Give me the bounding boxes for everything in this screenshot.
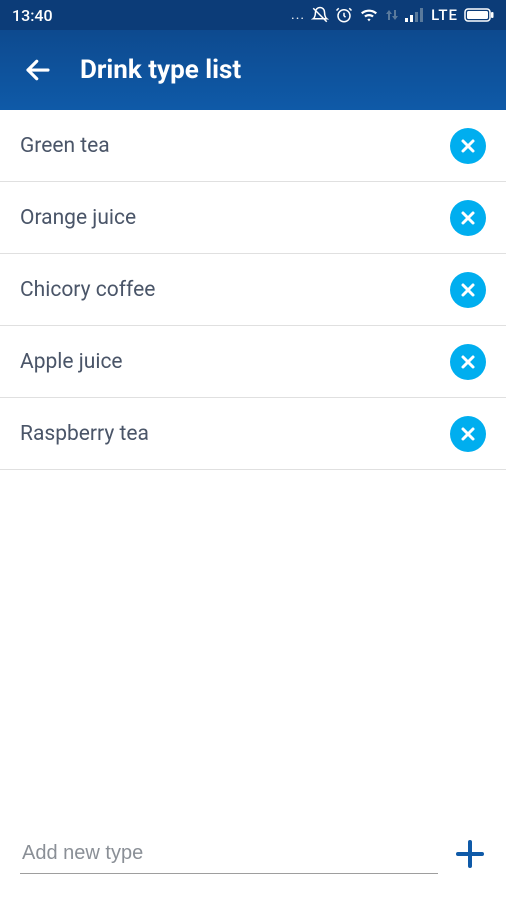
signal-icon: [405, 8, 423, 22]
list-item-label: Orange juice: [20, 206, 450, 230]
list-item-label: Green tea: [20, 134, 450, 158]
list-item-label: Apple juice: [20, 350, 450, 374]
battery-icon: [464, 8, 494, 22]
delete-button[interactable]: [450, 272, 486, 308]
status-icons: ... LTE: [291, 6, 494, 24]
close-icon: [460, 210, 476, 226]
ellipsis-icon: ...: [291, 7, 305, 23]
list-item[interactable]: Chicory coffee: [0, 254, 506, 326]
list-item[interactable]: Orange juice: [0, 182, 506, 254]
add-button[interactable]: [450, 834, 490, 874]
alarm-icon: [335, 6, 353, 24]
list-item-label: Chicory coffee: [20, 278, 450, 302]
close-icon: [460, 138, 476, 154]
status-bar: 13:40 ... LTE: [0, 0, 506, 30]
status-time: 13:40: [12, 6, 53, 25]
close-icon: [460, 354, 476, 370]
add-type-input[interactable]: [20, 834, 438, 874]
wifi-icon: [359, 7, 379, 23]
back-arrow-icon: [23, 55, 53, 85]
app-bar: Drink type list: [0, 30, 506, 110]
page-title: Drink type list: [80, 55, 241, 85]
delete-button[interactable]: [450, 344, 486, 380]
close-icon: [460, 282, 476, 298]
drink-type-list: Green tea Orange juice Chicory coffee Ap…: [0, 110, 506, 470]
list-item[interactable]: Raspberry tea: [0, 398, 506, 470]
network-label: LTE: [431, 6, 458, 24]
notification-mute-icon: [311, 6, 329, 24]
plus-icon: [454, 838, 486, 870]
delete-button[interactable]: [450, 128, 486, 164]
list-item[interactable]: Apple juice: [0, 326, 506, 398]
data-transfer-icon: [385, 7, 399, 23]
back-button[interactable]: [16, 48, 60, 92]
list-item[interactable]: Green tea: [0, 110, 506, 182]
add-type-footer: [20, 834, 490, 874]
delete-button[interactable]: [450, 200, 486, 236]
list-item-label: Raspberry tea: [20, 422, 450, 446]
close-icon: [460, 426, 476, 442]
delete-button[interactable]: [450, 416, 486, 452]
